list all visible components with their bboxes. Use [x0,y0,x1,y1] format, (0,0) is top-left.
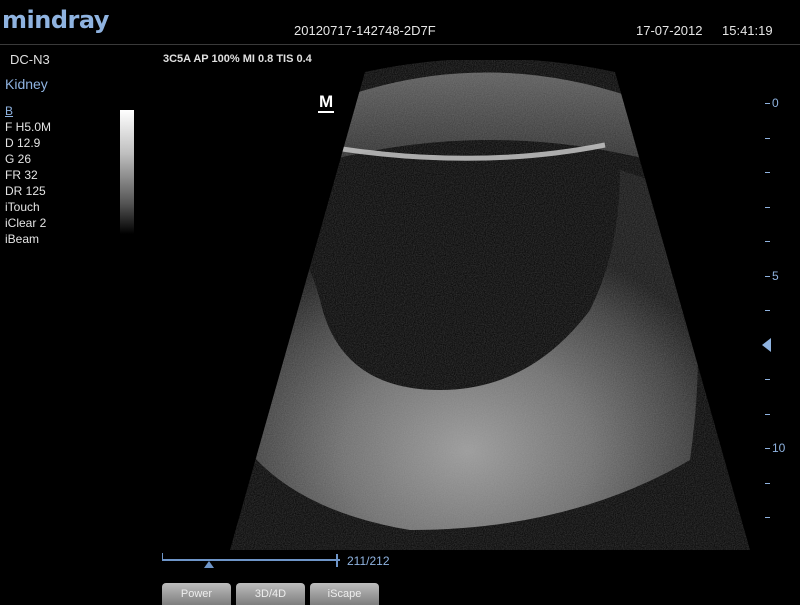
param-ibeam: iBeam [5,232,40,246]
param-itouch: iTouch [5,200,40,214]
grayscale-bar [120,110,134,234]
param-depth: D 12.9 [5,136,41,150]
depth-tick [765,310,770,311]
power-softkey[interactable]: Power [162,583,231,605]
param-gain: G 26 [5,152,32,166]
mode-label: B [5,104,14,118]
exam-type: Kidney [5,76,48,92]
exam-time: 15:41:19 [722,23,773,38]
depth-tick [765,379,770,380]
param-frequency: F H5.0M [5,120,52,134]
depth-tick [765,103,770,104]
scan-sector [230,60,750,550]
focus-marker-icon[interactable] [762,337,771,352]
depth-tick [765,137,770,139]
depth-tick [765,241,770,242]
param-frame-rate: FR 32 [5,168,38,182]
probe-name: DC-N3 [10,52,50,67]
iscape-softkey[interactable]: iScape [310,583,379,605]
depth-tick [765,275,770,277]
depth-tick [765,517,770,518]
header-bar: mindray 20120717-142748-2D7F 17-07-2012 … [0,0,800,45]
cine-end-mark [336,554,343,567]
depth-tick [765,172,770,173]
depth-tick [765,448,770,449]
exam-id: 20120717-142748-2D7F [294,23,436,38]
cine-thumb-icon[interactable] [204,561,214,568]
cine-track[interactable] [162,559,340,561]
depth-scale: 0 5 10 [740,95,800,525]
ultrasound-image [230,60,750,550]
orientation-marker: M [318,92,335,113]
mindray-logo: mindray [2,6,109,34]
depth-label: 10 [772,441,786,455]
exam-date: 17-07-2012 [636,23,703,38]
depth-label: 5 [772,268,779,283]
param-dynamic-range: DR 125 [5,184,46,198]
depth-tick [765,413,770,415]
depth-tick [765,482,770,484]
3d4d-softkey[interactable]: 3D/4D [236,583,305,605]
cine-slider[interactable] [162,553,343,568]
cine-frame-count: 211/212 [347,554,390,568]
imaging-param-list: B F H5.0M D 12.9 G 26 FR 32 DR 125 iTouc… [5,103,51,247]
depth-label: 0 [772,96,779,110]
depth-tick [765,206,770,208]
softkey-bar: Power 3D/4D iScape [162,583,379,605]
param-iclear: iClear 2 [5,216,47,230]
